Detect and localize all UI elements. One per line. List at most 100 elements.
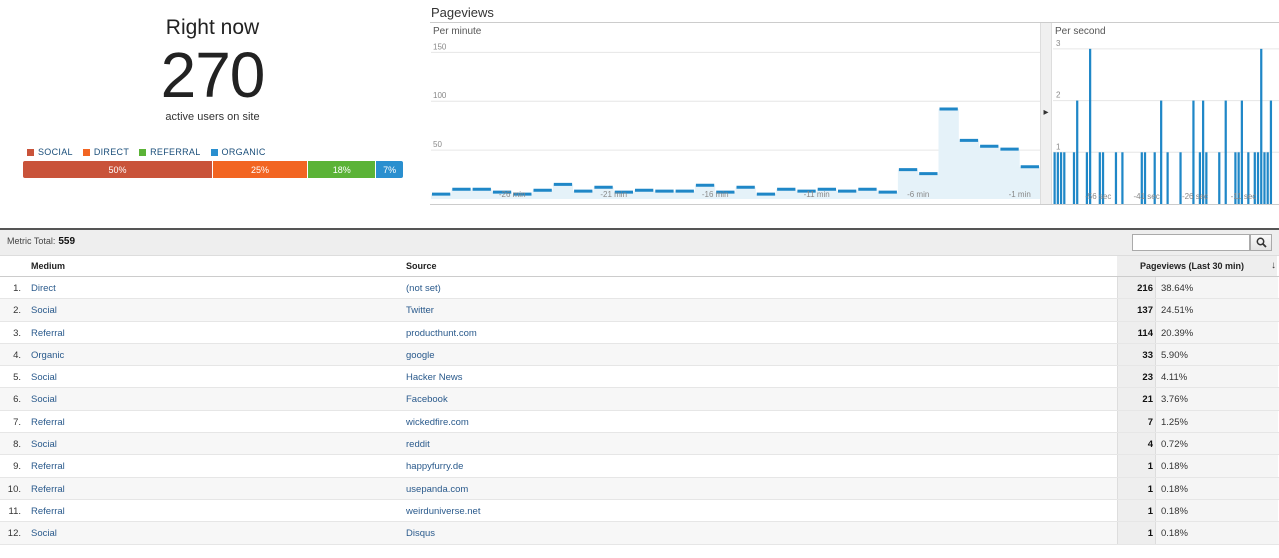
breakdown-segment: 18% — [308, 161, 377, 178]
pageviews-percent: 0.18% — [1155, 455, 1278, 477]
column-header-source[interactable]: Source — [406, 261, 437, 271]
pageviews-value: 1 — [1147, 528, 1153, 540]
table-row: 10. Referral usepanda.com 1 0.18% — [0, 477, 1279, 500]
legend-item-social: SOCIAL — [27, 147, 73, 157]
medium-link[interactable]: Social — [31, 439, 57, 450]
pageviews-percent: 24.51% — [1155, 299, 1278, 321]
table-row: 3. Referral producthunt.com 114 20.39% — [0, 321, 1279, 344]
medium-link[interactable]: Organic — [31, 350, 64, 361]
medium-link[interactable]: Referral — [31, 461, 65, 472]
y-tick-label: 3 — [1056, 39, 1061, 48]
per-second-bar — [1269, 100, 1273, 204]
pageviews-cell: 7 1.25% — [1117, 410, 1278, 433]
legend-swatch — [82, 148, 90, 156]
per-second-bar — [1089, 48, 1092, 204]
legend-label: SOCIAL — [38, 147, 73, 157]
medium-link[interactable]: Direct — [31, 283, 56, 294]
search-button[interactable] — [1250, 234, 1272, 251]
legend-swatch — [210, 148, 218, 156]
row-index: 9. — [13, 461, 21, 473]
table-search-input[interactable] — [1132, 234, 1250, 251]
table-row: 6. Social Facebook 21 3.76% — [0, 388, 1279, 411]
source-link[interactable]: weirduniverse.net — [406, 506, 480, 517]
pageviews-percent: 0.18% — [1155, 522, 1278, 544]
y-tick-label: 2 — [1056, 91, 1061, 100]
source-link[interactable]: google — [406, 350, 435, 361]
pageviews-percent: 38.64% — [1155, 277, 1278, 299]
table-toolbar: Metric Total: 559 — [0, 228, 1279, 256]
per-second-bar — [1059, 152, 1063, 204]
search-icon — [1256, 237, 1267, 248]
per-minute-label: Per minute — [433, 26, 482, 37]
x-tick-label: -11 sec — [1231, 192, 1257, 201]
pageviews-percent: 0.18% — [1155, 499, 1278, 522]
pageviews-cell: 23 4.11% — [1117, 366, 1278, 388]
metric-total: Metric Total: 559 — [7, 236, 75, 247]
per-second-bar — [1076, 100, 1079, 204]
row-index: 8. — [13, 439, 21, 451]
column-header-medium[interactable]: Medium — [31, 261, 65, 271]
source-link[interactable]: (not set) — [406, 283, 441, 294]
medium-link[interactable]: Social — [31, 394, 57, 405]
source-link[interactable]: Twitter — [406, 305, 434, 316]
per-second-bar — [1260, 48, 1263, 204]
legend-label: DIRECT — [93, 147, 130, 157]
medium-link[interactable]: Social — [31, 372, 57, 383]
source-link[interactable]: usepanda.com — [406, 484, 468, 495]
metric-total-label: Metric Total: — [7, 236, 56, 246]
medium-link[interactable]: Referral — [31, 484, 65, 495]
pageviews-value: 137 — [1137, 305, 1153, 317]
per-second-bar — [1121, 152, 1124, 204]
table-row: 12. Social Disqus 1 0.18% — [0, 522, 1279, 545]
per-second-bar — [1240, 100, 1243, 204]
x-tick-label: -26 min — [499, 190, 526, 199]
row-index: 12. — [7, 528, 21, 540]
source-link[interactable]: Facebook — [406, 394, 448, 405]
y-tick-label: 100 — [433, 91, 447, 100]
legend-item-direct: DIRECT — [82, 147, 130, 157]
chevron-right-icon[interactable]: ▸ — [1041, 106, 1051, 120]
pageviews-value: 216 — [1137, 283, 1153, 294]
source-link[interactable]: happyfurry.de — [406, 461, 463, 472]
per-second-bar — [1224, 100, 1227, 204]
pageviews-cell: 1 0.18% — [1117, 522, 1278, 544]
table-row: 2. Social Twitter 137 24.51% — [0, 299, 1279, 322]
source-link[interactable]: wickedfire.com — [406, 417, 469, 428]
table-row: 7. Referral wickedfire.com 7 1.25% — [0, 410, 1279, 434]
x-tick-label: -6 min — [907, 190, 929, 199]
source-link[interactable]: Disqus — [406, 528, 435, 539]
pageviews-value: 4 — [1147, 439, 1153, 451]
pageviews-percent: 0.18% — [1155, 477, 1278, 499]
sort-descending-icon[interactable]: ↓ — [1271, 260, 1276, 271]
table-header: Medium Source Pageviews (Last 30 min) ↓ — [0, 256, 1279, 277]
per-second-label: Per second — [1055, 26, 1106, 37]
row-index: 10. — [7, 483, 21, 495]
x-tick-label: -41 sec — [1134, 192, 1160, 201]
source-link[interactable]: producthunt.com — [406, 328, 477, 339]
column-header-pageviews[interactable]: Pageviews (Last 30 min) — [1117, 256, 1277, 276]
medium-link[interactable]: Referral — [31, 417, 65, 428]
source-link[interactable]: reddit — [406, 439, 430, 450]
pageviews-cell: 137 24.51% — [1117, 299, 1278, 321]
per-second-bar — [1256, 152, 1260, 204]
legend-swatch — [27, 148, 34, 156]
table-row: 5. Social Hacker News 23 4.11% — [0, 366, 1279, 389]
row-index: 6. — [13, 394, 21, 406]
per-minute-chart: 50 100 150 -26 min -21 min -16 min -11 min -6 m… — [431, 42, 1040, 199]
medium-link[interactable]: Social — [31, 528, 57, 539]
medium-link[interactable]: Referral — [31, 506, 65, 517]
x-tick-label: -11 min — [804, 190, 830, 199]
pageviews-value: 33 — [1142, 349, 1153, 361]
pageviews-cell: 33 5.90% — [1117, 343, 1278, 366]
table-row: 11. Referral weirduniverse.net 1 0.18% — [0, 499, 1279, 523]
medium-link[interactable]: Referral — [31, 328, 65, 339]
source-link[interactable]: Hacker News — [406, 372, 463, 383]
x-tick-label: -16 min — [702, 190, 729, 199]
pageviews-value: 1 — [1147, 483, 1153, 495]
table-row: 1. Direct (not set) 216 38.64% — [0, 277, 1279, 300]
per-second-bar — [1053, 152, 1056, 204]
medium-link[interactable]: Social — [31, 305, 57, 316]
table-row: 4. Organic google 33 5.90% — [0, 343, 1279, 367]
row-index: 3. — [13, 327, 21, 339]
pageviews-value: 1 — [1147, 505, 1153, 517]
